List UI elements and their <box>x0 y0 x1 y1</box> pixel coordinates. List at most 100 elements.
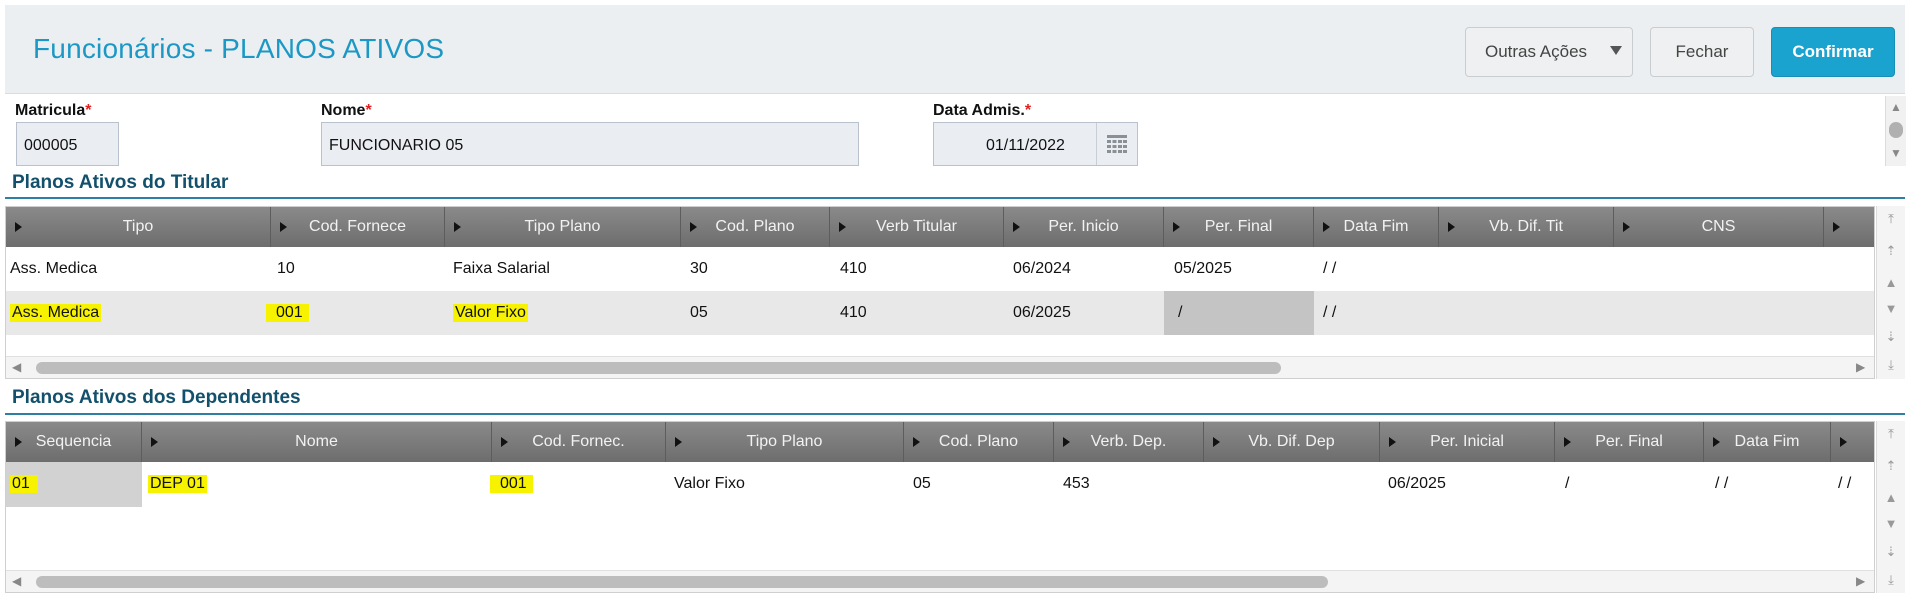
sort-arrow-icon <box>454 222 461 232</box>
matricula-field[interactable]: 000005 <box>16 122 119 166</box>
cell-cod-fornece: 10 <box>277 260 295 277</box>
sort-arrow-icon <box>1833 222 1840 232</box>
cell-verb-titular: 410 <box>840 304 867 321</box>
table-row[interactable]: Ass. Medica 10 Faixa Salarial 30 410 06/… <box>6 247 1874 291</box>
scroll-top-icon[interactable]: ⤒ <box>1877 427 1905 441</box>
col-nome[interactable]: Nome <box>142 422 492 462</box>
col-data-fim[interactable]: Data Fim <box>1314 207 1439 247</box>
sort-arrow-icon <box>1448 222 1455 232</box>
titular-section-title: Planos Ativos do Titular <box>12 172 229 193</box>
sort-arrow-icon <box>690 222 697 232</box>
col-per-final[interactable]: Per. Final <box>1164 207 1314 247</box>
col-vb-dif-tit[interactable]: Vb. Dif. Tit <box>1439 207 1614 247</box>
scroll-left-icon[interactable]: ◀ <box>12 360 21 374</box>
titular-vertical-scrollbar[interactable]: ⤒ ⇡ ▲ ▼ ⇣ ⤓ <box>1876 206 1905 379</box>
chevron-down-icon[interactable] <box>1610 46 1622 55</box>
cell-sequencia[interactable]: 01 <box>6 462 142 507</box>
cell-tipo: Ass. Medica <box>10 260 98 277</box>
calendar-icon[interactable] <box>1096 123 1137 165</box>
scrollbar-thumb[interactable] <box>36 362 1281 374</box>
cell-per-final: 05/2025 <box>1174 260 1232 277</box>
scroll-right-icon[interactable]: ▶ <box>1856 574 1865 588</box>
scroll-up-icon[interactable]: ▲ <box>1877 491 1905 505</box>
col-per-inicial[interactable]: Per. Inicial <box>1380 422 1555 462</box>
sort-arrow-icon <box>1564 437 1571 447</box>
data-admis-label: Data Admis.* <box>933 102 1032 119</box>
cell-extra: / / <box>1838 475 1852 492</box>
table-row[interactable]: 01 DEP 01 001 Valor Fixo 05 453 06/2025 … <box>6 462 1874 507</box>
cell-tipo-plano: Faixa Salarial <box>453 260 550 277</box>
data-admis-value: 01/11/2022 <box>986 137 1065 154</box>
table-row[interactable]: Ass. Medica 001 Valor Fixo 05 410 06/202… <box>6 291 1874 335</box>
nome-field[interactable]: FUNCIONARIO 05 <box>321 122 859 166</box>
col-sequencia[interactable]: Sequencia <box>6 422 142 462</box>
page-header: Funcionários - PLANOS ATIVOS Outras Açõe… <box>5 5 1905 94</box>
scroll-up-icon[interactable]: ▲ <box>1877 276 1905 290</box>
page-title: Funcionários - PLANOS ATIVOS <box>33 33 445 64</box>
col-cod-fornec[interactable]: Cod. Fornec. <box>492 422 666 462</box>
scroll-left-icon[interactable]: ◀ <box>12 574 21 588</box>
nome-label: Nome* <box>321 102 372 119</box>
sort-arrow-icon <box>1389 437 1396 447</box>
dependentes-horizontal-scrollbar[interactable]: ◀ ▶ <box>6 570 1874 592</box>
dependentes-grid: Sequencia Nome Cod. Fornec. Tipo Plano C… <box>5 421 1875 593</box>
col-cod-plano-dep[interactable]: Cod. Plano <box>904 422 1054 462</box>
col-cns[interactable]: CNS <box>1614 207 1824 247</box>
col-data-fim-dep[interactable]: Data Fim <box>1704 422 1831 462</box>
scroll-down-icon[interactable]: ▼ <box>1886 146 1906 160</box>
sort-arrow-icon <box>1623 222 1630 232</box>
scroll-down-icon[interactable]: ▼ <box>1877 517 1905 531</box>
cell-tipo: Ass. Medica <box>10 304 102 322</box>
col-verb-dep[interactable]: Verb. Dep. <box>1054 422 1204 462</box>
scroll-up-icon[interactable]: ▲ <box>1886 100 1906 114</box>
col-more[interactable] <box>1824 207 1874 247</box>
scrollbar-thumb[interactable] <box>36 576 1328 588</box>
scroll-page-up-icon[interactable]: ⇡ <box>1877 244 1905 258</box>
col-tipo[interactable]: Tipo <box>6 207 271 247</box>
fechar-button[interactable]: Fechar <box>1650 27 1754 77</box>
titular-grid-header: Tipo Cod. Fornece Tipo Plano Cod. Plano … <box>6 207 1874 247</box>
matricula-label: Matricula* <box>15 102 92 119</box>
sort-arrow-icon <box>1323 222 1330 232</box>
col-vb-dif-dep[interactable]: Vb. Dif. Dep <box>1204 422 1380 462</box>
dependentes-vertical-scrollbar[interactable]: ⤒ ⇡ ▲ ▼ ⇣ ⤓ <box>1876 421 1905 593</box>
scroll-bottom-icon[interactable]: ⤓ <box>1877 358 1905 372</box>
confirmar-button[interactable]: Confirmar <box>1771 27 1895 77</box>
scrollbar-thumb[interactable] <box>1889 122 1903 138</box>
cell-nome: DEP 01 <box>148 475 207 493</box>
sort-arrow-icon <box>1840 437 1847 447</box>
sort-arrow-icon <box>839 222 846 232</box>
dependentes-section-title: Planos Ativos dos Dependentes <box>12 387 301 408</box>
col-per-inicio[interactable]: Per. Inicio <box>1004 207 1164 247</box>
col-verb-titular[interactable]: Verb Titular <box>830 207 1004 247</box>
cell-verb-dep: 453 <box>1063 475 1090 492</box>
sort-arrow-icon <box>1063 437 1070 447</box>
scroll-top-icon[interactable]: ⤒ <box>1877 212 1905 226</box>
sort-arrow-icon <box>1173 222 1180 232</box>
col-tipo-plano[interactable]: Tipo Plano <box>445 207 681 247</box>
scroll-right-icon[interactable]: ▶ <box>1856 360 1865 374</box>
cell-data-fim: / / <box>1715 475 1729 492</box>
sort-arrow-icon <box>151 437 158 447</box>
cell-per-inicio: 06/2024 <box>1013 260 1071 277</box>
col-cod-fornece[interactable]: Cod. Fornece <box>271 207 445 247</box>
col-per-final-dep[interactable]: Per. Final <box>1555 422 1704 462</box>
data-admis-field[interactable]: 01/11/2022 <box>933 122 1138 166</box>
cell-data-fim: / / <box>1323 260 1337 277</box>
outras-acoes-button[interactable]: Outras Ações <box>1465 27 1633 77</box>
scroll-down-icon[interactable]: ▼ <box>1877 302 1905 316</box>
cell-per-inicial: 06/2025 <box>1388 475 1446 492</box>
outras-acoes-label: Outras Ações <box>1484 42 1588 61</box>
scroll-page-down-icon[interactable]: ⇣ <box>1877 330 1905 344</box>
scroll-page-down-icon[interactable]: ⇣ <box>1877 545 1905 559</box>
titular-horizontal-scrollbar[interactable]: ◀ ▶ <box>6 356 1874 378</box>
page-scrollbar[interactable]: ▲ ▼ <box>1885 96 1906 166</box>
sort-arrow-icon <box>1713 437 1720 447</box>
col-cod-plano[interactable]: Cod. Plano <box>681 207 830 247</box>
col-more[interactable] <box>1831 422 1874 462</box>
cell-tipo-plano: Valor Fixo <box>453 304 528 322</box>
cell-per-final-input[interactable]: / <box>1164 291 1314 335</box>
scroll-bottom-icon[interactable]: ⤓ <box>1877 573 1905 587</box>
scroll-page-up-icon[interactable]: ⇡ <box>1877 459 1905 473</box>
col-tipo-plano-dep[interactable]: Tipo Plano <box>666 422 904 462</box>
